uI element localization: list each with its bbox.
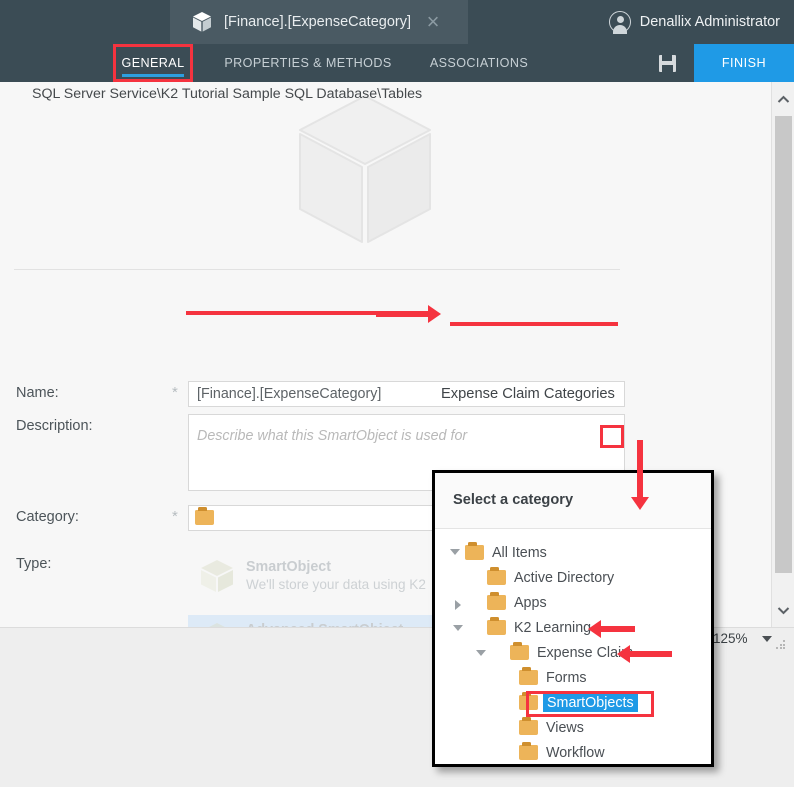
folder-icon (465, 541, 484, 560)
tree-node-forms[interactable]: Forms (519, 665, 587, 690)
description-label: Description: (16, 418, 93, 434)
folder-icon (519, 741, 538, 760)
name-new-value: Expense Claim Categories (441, 386, 615, 402)
user-name-label: Denallix Administrator (639, 14, 780, 30)
document-tab[interactable]: [Finance].[ExpenseCategory] × (170, 0, 468, 44)
smartobject-cube-watermark (292, 90, 438, 250)
tree-node-label: Expense Claim (537, 644, 634, 661)
chevron-down-icon[interactable] (762, 636, 772, 642)
folder-icon (510, 641, 529, 660)
tree-node-active-directory[interactable]: Active Directory (471, 565, 614, 590)
select-category-dialog: Select a category All Items Active Direc… (432, 470, 714, 767)
chevron-down-icon[interactable] (453, 621, 484, 634)
category-value: SQL Server Service\K2 Tutorial Sample SQ… (32, 86, 423, 102)
category-label: Category: (16, 509, 79, 525)
tree-node-k2-learning[interactable]: K2 Learning (453, 615, 592, 640)
type-option-title: SmartObject (246, 558, 332, 575)
finish-button[interactable]: FINISH (694, 44, 794, 82)
tree-node-all-items[interactable]: All Items (449, 540, 547, 565)
tab-properties-and-methods[interactable]: PROPERTIES & METHODS (210, 44, 406, 82)
folder-icon (487, 566, 506, 585)
scrollbar-thumb[interactable] (775, 116, 792, 573)
description-placeholder: Describe what this SmartObject is used f… (197, 428, 468, 444)
divider (14, 269, 620, 270)
folder-icon (195, 506, 214, 525)
tree-node-label: SmartObjects (543, 693, 638, 712)
resize-grip-icon[interactable] (776, 640, 786, 650)
save-floppy-icon (658, 54, 676, 72)
tree-node-smartobjects[interactable]: SmartObjects (519, 690, 638, 715)
chevron-down-icon[interactable] (772, 597, 794, 623)
folder-icon (519, 666, 538, 685)
name-required-marker: * (172, 384, 178, 401)
user-avatar-icon (608, 11, 631, 34)
title-bar: [Finance].[ExpenseCategory] × Denallix A… (0, 0, 794, 44)
tree-node-views[interactable]: Views (519, 715, 584, 740)
document-tab-title: [Finance].[ExpenseCategory] (224, 14, 411, 30)
tree-node-workflow[interactable]: Workflow (519, 740, 605, 764)
folder-icon (487, 616, 506, 635)
chevron-right-icon[interactable] (455, 596, 484, 610)
vertical-scrollbar[interactable] (771, 82, 794, 627)
smartobject-cube-icon (198, 558, 236, 594)
tree-node-apps[interactable]: Apps (455, 590, 547, 615)
name-label: Name: (16, 385, 59, 401)
tree-node-label: All Items (492, 544, 547, 561)
category-tree: All Items Active Directory Apps K2 Learn… (435, 529, 711, 764)
type-option-subtitle: We'll store your data using K2 (246, 576, 426, 592)
save-button[interactable] (640, 44, 694, 82)
chevron-down-icon[interactable] (476, 646, 507, 659)
tab-associations[interactable]: ASSOCIATIONS (414, 44, 544, 82)
user-menu[interactable]: Denallix Administrator (608, 0, 780, 44)
tree-node-label: Forms (546, 669, 587, 686)
folder-icon (519, 691, 538, 710)
tab-general[interactable]: GENERAL (112, 44, 194, 82)
tree-node-label: Workflow (546, 744, 605, 761)
zoom-level-label: 125% (713, 631, 748, 646)
close-icon[interactable]: × (422, 11, 444, 33)
folder-icon (487, 591, 506, 610)
tree-node-label: K2 Learning (514, 619, 592, 636)
tree-node-label: Apps (514, 594, 547, 611)
name-old-value: [Finance].[ExpenseCategory] (197, 386, 382, 402)
tree-node-label: Views (546, 719, 584, 736)
dialog-title: Select a category (453, 492, 574, 508)
folder-icon (519, 716, 538, 735)
tree-node-expense-claim[interactable]: Expense Claim (476, 640, 634, 665)
name-input[interactable]: [Finance].[ExpenseCategory] Expense Clai… (188, 381, 625, 407)
type-label: Type: (16, 556, 52, 572)
category-required-marker: * (172, 508, 178, 525)
chevron-up-icon[interactable] (772, 86, 794, 112)
cube-icon (192, 11, 212, 33)
chevron-down-icon[interactable] (449, 546, 462, 559)
tree-node-label: Active Directory (514, 569, 615, 586)
